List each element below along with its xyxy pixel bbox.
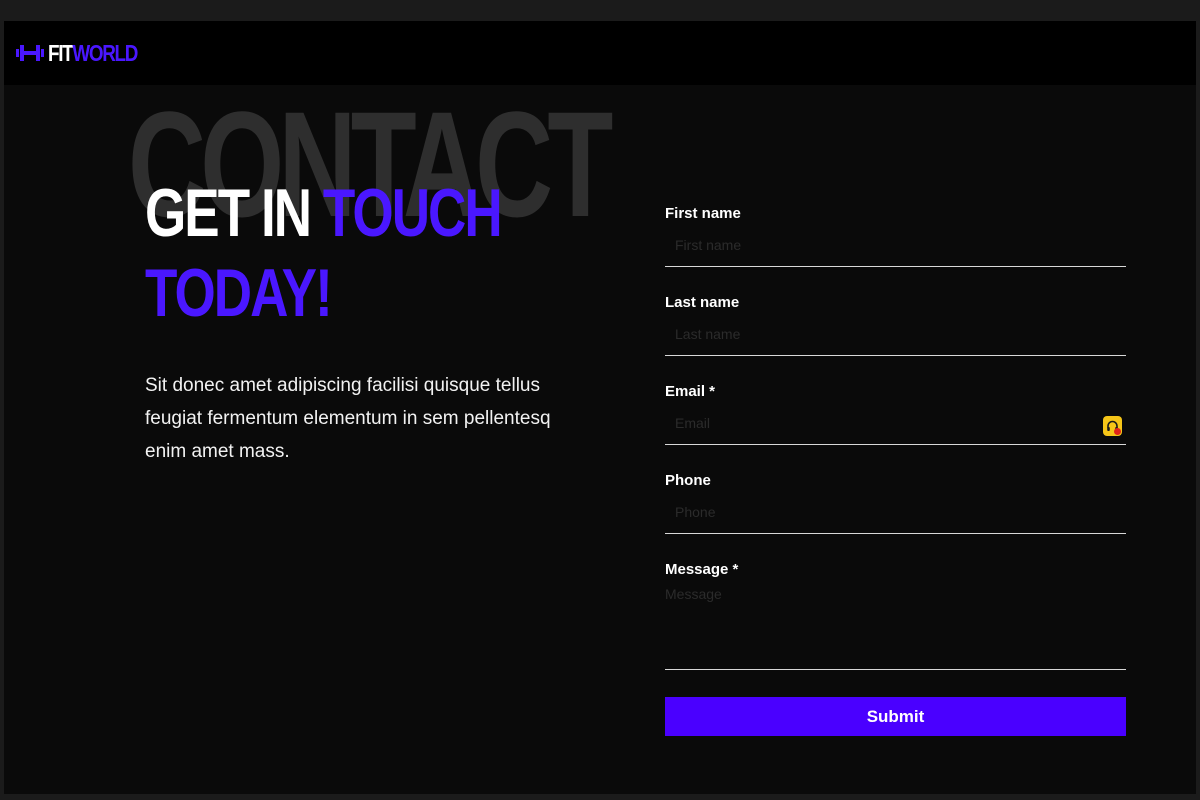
message-field-group: Message * (665, 560, 1126, 670)
first-name-label: First name (665, 205, 741, 222)
last-name-input[interactable] (665, 313, 1126, 356)
page-frame: FITWORLD CONTACT GET IN TOUCH TODAY! Sit… (4, 21, 1196, 794)
headline-part3: TODAY! (145, 255, 333, 331)
email-label: Email * (665, 383, 716, 400)
notification-dot (1114, 428, 1121, 435)
brand-name: FITWORLD (48, 39, 138, 66)
intro-line: feugiat fermentum elementum in sem pelle… (145, 408, 551, 429)
password-manager-icon[interactable] (1103, 416, 1122, 436)
brand-name-part2: WORLD (72, 39, 138, 66)
intro-line: Sit donec amet adipiscing facilisi quisq… (145, 375, 540, 396)
dumbbell-icon (15, 42, 45, 64)
phone-label: Phone (665, 472, 711, 489)
intro-line: enim amet mass. (145, 441, 290, 462)
intro-text: Sit donec amet adipiscing facilisi quisq… (145, 369, 595, 468)
message-label: Message * (665, 561, 739, 578)
last-name-field-group: Last name (665, 293, 1126, 356)
contact-form: First name Last name Email * Phone (665, 204, 1126, 736)
first-name-field-group: First name (665, 204, 1126, 267)
navbar: FITWORLD (4, 21, 1196, 85)
submit-button[interactable]: Submit (665, 697, 1126, 736)
headline-part2: TOUCH (322, 175, 503, 251)
last-name-label: Last name (665, 294, 740, 311)
headline-part1: GET IN (145, 175, 323, 251)
email-field-group: Email * (665, 382, 1126, 445)
brand-logo[interactable]: FITWORLD (15, 39, 157, 66)
email-input[interactable] (665, 402, 1126, 445)
phone-field-group: Phone (665, 471, 1126, 534)
phone-input[interactable] (665, 491, 1126, 534)
brand-name-part1: FIT (48, 39, 74, 66)
message-textarea[interactable] (665, 584, 1126, 670)
hero-headline: GET IN TOUCH TODAY! (145, 173, 503, 333)
first-name-input[interactable] (665, 224, 1126, 267)
